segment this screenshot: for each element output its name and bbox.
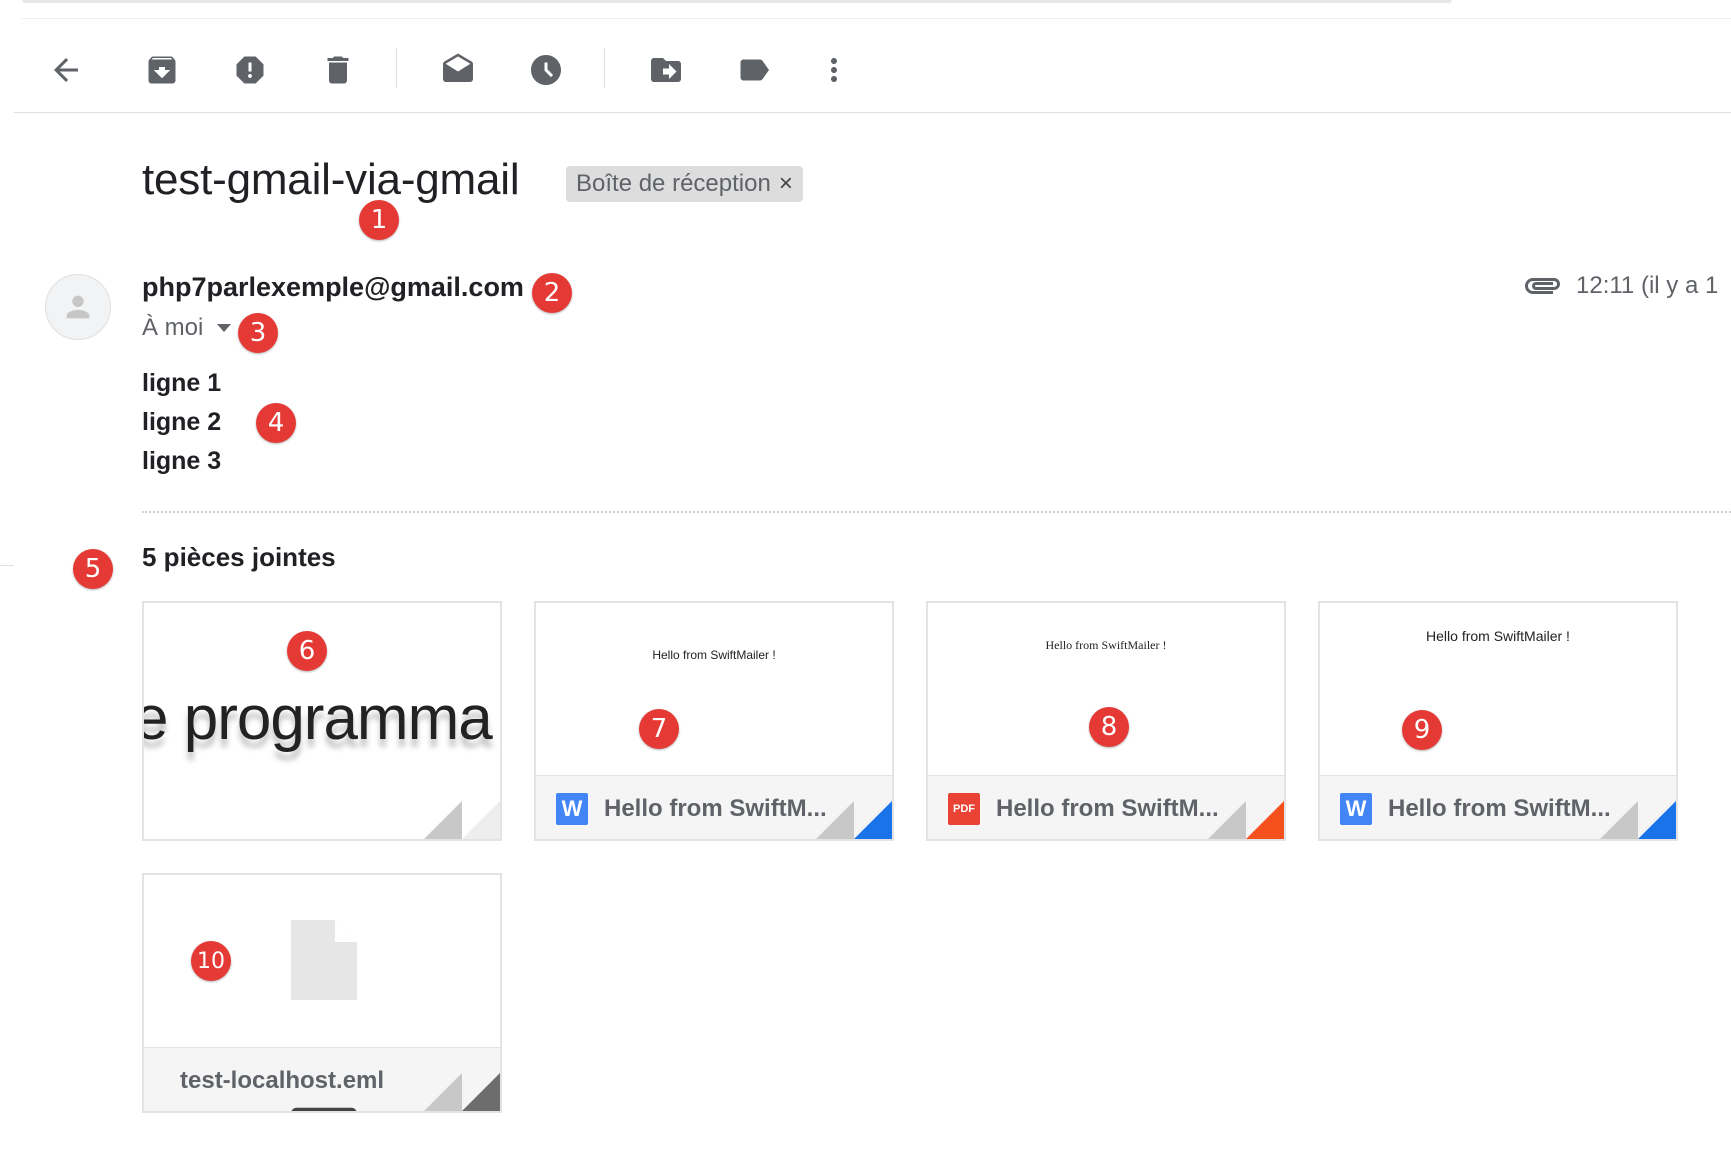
archive-button[interactable]	[140, 48, 184, 92]
body-line: ligne 2	[142, 408, 222, 436]
generic-file-icon	[291, 920, 357, 1000]
snooze-button[interactable]	[524, 48, 568, 92]
report-spam-icon	[236, 56, 264, 84]
mark-unread-button[interactable]	[436, 48, 480, 92]
move-to-button[interactable]	[644, 48, 688, 92]
person-icon	[66, 295, 90, 319]
annotation-marker: 3	[238, 313, 278, 353]
label-button[interactable]	[732, 48, 776, 92]
annotation-marker: 1	[359, 200, 399, 240]
corner-fold-accent	[1638, 763, 1676, 839]
attachment-name: Hello from SwiftM...	[1388, 794, 1611, 822]
email-subject: test-gmail-via-gmail	[142, 155, 520, 204]
move-to-icon	[651, 58, 681, 82]
back-button[interactable]	[44, 48, 88, 92]
show-details-dropdown[interactable]	[217, 324, 232, 332]
email-meta: 12:11 (il y a 1	[1524, 272, 1718, 300]
body-line: ligne 3	[142, 447, 222, 475]
toolbar-separator	[604, 48, 605, 88]
label-icon	[740, 59, 769, 81]
arrow-left-icon	[54, 58, 78, 82]
pdf-icon: PDF	[948, 792, 980, 825]
annotation-marker: 7	[639, 709, 679, 749]
sender-email[interactable]: php7parlexemple@gmail.com	[142, 272, 524, 303]
more-vert-icon	[831, 58, 837, 82]
top-strip	[22, 0, 1452, 3]
toolbar-separator	[396, 48, 397, 88]
corner-fold	[424, 801, 462, 839]
preview-text: Hello from SwiftMailer !	[1426, 628, 1570, 644]
annotation-marker: 8	[1089, 707, 1129, 747]
recipient-text: À moi	[142, 314, 204, 341]
top-divider	[22, 18, 1731, 19]
annotation-marker: 5	[73, 549, 113, 589]
word-icon: W	[1340, 792, 1372, 825]
body-line: ligne 1	[142, 369, 222, 397]
email-time: 12:11 (il y a 1	[1576, 272, 1719, 299]
corner-fold-accent	[854, 763, 892, 839]
delete-button[interactable]	[316, 48, 360, 92]
corner-fold	[816, 801, 854, 839]
edge-mark	[0, 565, 14, 566]
attachment-card[interactable]: Hello from SwiftMailer ! W Hello from Sw…	[1318, 601, 1678, 841]
report-spam-button[interactable]	[228, 48, 272, 92]
toolbar-divider	[14, 112, 1731, 113]
snooze-icon	[531, 55, 561, 85]
annotation-marker: 4	[256, 403, 296, 443]
corner-fold	[424, 1073, 462, 1111]
corner-fold-accent	[462, 1035, 500, 1111]
attachment-name: test-localhost.eml	[180, 1066, 385, 1094]
attachments-divider	[142, 511, 1731, 513]
recipient-line: À moi	[142, 314, 232, 342]
avatar[interactable]	[45, 274, 111, 340]
attachment-card[interactable]: Hello from SwiftMailer ! W Hello from Sw…	[534, 601, 894, 841]
preview-text: Hello from SwiftMailer !	[1045, 638, 1167, 652]
annotation-marker: 10	[191, 941, 231, 981]
remove-label-icon[interactable]: ×	[779, 170, 793, 198]
attachment-preview: Hello from SwiftMailer !	[928, 603, 1284, 775]
corner-fold	[1600, 801, 1638, 839]
corner-fold-accent	[462, 763, 500, 839]
attachments-count: 5 pièces jointes	[142, 542, 336, 572]
corner-fold-accent	[1246, 763, 1284, 839]
preview-text: e programma	[144, 684, 493, 753]
archive-icon	[148, 56, 176, 84]
attachment-name: Hello from SwiftM...	[604, 794, 827, 822]
word-icon: W	[556, 792, 588, 825]
label-chip-text: Boîte de réception	[576, 170, 771, 197]
annotation-marker: 2	[532, 273, 572, 313]
attachment-preview: Hello from SwiftMailer !	[1320, 603, 1676, 775]
toolbar	[0, 38, 1731, 98]
more-options-button[interactable]	[812, 48, 856, 92]
mark-unread-icon	[443, 53, 473, 82]
attachment-name: Hello from SwiftM...	[996, 794, 1219, 822]
delete-icon	[327, 56, 349, 84]
corner-fold	[1208, 801, 1246, 839]
preview-text: Hello from SwiftMailer !	[652, 648, 776, 662]
annotation-marker: 6	[287, 631, 327, 671]
inbox-label-chip[interactable]: Boîte de réception ×	[566, 166, 803, 202]
attachment-card[interactable]: test-localhost.eml	[142, 873, 502, 1113]
annotation-marker: 9	[1402, 710, 1442, 750]
attachment-preview: Hello from SwiftMailer !	[536, 603, 892, 775]
attachment-clip-icon	[1525, 278, 1560, 294]
